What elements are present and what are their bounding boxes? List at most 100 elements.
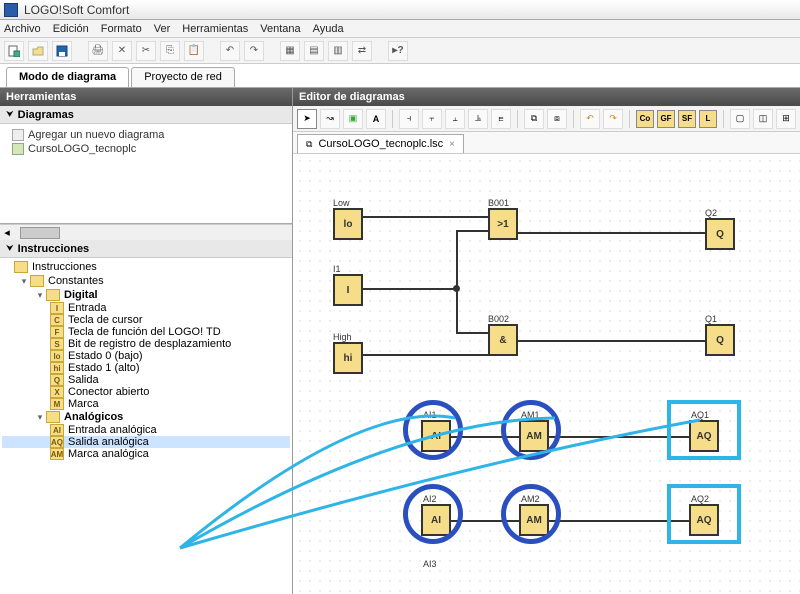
align-center-icon[interactable]: ⫟ <box>422 109 442 129</box>
print-icon[interactable]: 🖨 <box>88 41 108 61</box>
wire <box>518 232 705 234</box>
tab-network-project[interactable]: Proyecto de red <box>131 67 235 87</box>
diagram-canvas[interactable]: Low lo I1 I High hi B001 >1 B002 & Q2 Q … <box>293 154 800 594</box>
menu-ver[interactable]: Ver <box>154 23 171 35</box>
undo-icon[interactable]: ↶ <box>220 41 240 61</box>
diagrams-label: Diagramas <box>18 109 74 121</box>
view3-icon[interactable]: ⊞ <box>776 109 796 129</box>
leaf-i[interactable]: IEntrada <box>2 302 290 314</box>
leaf-aq[interactable]: AQSalida analógica <box>2 436 290 448</box>
block-tag-icon: S <box>50 338 64 350</box>
leaf-lo[interactable]: loEstado 0 (bajo) <box>2 350 290 362</box>
align-left-icon[interactable]: ⫞ <box>399 109 419 129</box>
block-tag-icon: M <box>50 398 64 410</box>
open-icon[interactable] <box>28 41 48 61</box>
leaf-hi[interactable]: hiEstado 1 (alto) <box>2 362 290 374</box>
wire <box>363 288 458 290</box>
pointer-icon[interactable]: ➤ <box>297 109 317 129</box>
cut-icon[interactable]: ✂ <box>136 41 156 61</box>
leaf-c[interactable]: CTecla de cursor <box>2 314 290 326</box>
wire <box>456 332 488 334</box>
align-top-icon[interactable]: ⫡ <box>468 109 488 129</box>
delete-icon[interactable]: ✕ <box>112 41 132 61</box>
leaf-q[interactable]: QSalida <box>2 374 290 386</box>
block-b001[interactable]: >1 <box>488 208 518 240</box>
block-i1[interactable]: I <box>333 274 363 306</box>
tab-diagram-mode[interactable]: Modo de diagrama <box>6 67 129 87</box>
block-high[interactable]: hi <box>333 342 363 374</box>
block-tag-icon: C <box>50 314 64 326</box>
instructions-header[interactable]: ⮟ Instrucciones <box>0 240 292 258</box>
tools-header: Herramientas <box>0 88 292 106</box>
align-bottom-icon[interactable]: ⫢ <box>491 109 511 129</box>
view2-icon[interactable]: ◫ <box>753 109 773 129</box>
leaf-m[interactable]: M Marca <box>2 398 290 410</box>
menu-ayuda[interactable]: Ayuda <box>313 23 344 35</box>
annotation-circle <box>403 484 463 544</box>
menu-herramientas[interactable]: Herramientas <box>182 23 248 35</box>
color-l[interactable]: L <box>699 110 717 128</box>
left-panel: Herramientas ⮟ Diagramas Agregar un nuev… <box>0 88 293 594</box>
leaf-label: Marca <box>68 398 99 410</box>
add-diagram-item[interactable]: Agregar un nuevo diagrama <box>4 128 288 142</box>
redo-icon[interactable]: ↷ <box>244 41 264 61</box>
leaf-label: Conector abierto <box>68 386 149 398</box>
diagrams-header[interactable]: ⮟ Diagramas <box>0 106 292 124</box>
menu-archivo[interactable]: Archivo <box>4 23 41 35</box>
new-icon[interactable] <box>4 41 24 61</box>
leaf-s[interactable]: SBit de registro de desplazamiento <box>2 338 290 350</box>
leaf-x[interactable]: X Conector abierto <box>2 386 290 398</box>
doc-tab[interactable]: ⧉ CursoLOGO_tecnoplc.lsc × <box>297 134 464 153</box>
node-constantes[interactable]: ▾ Constantes <box>2 274 290 288</box>
leaf-am[interactable]: AMMarca analógica <box>2 448 290 460</box>
folder-icon <box>46 411 60 423</box>
leaf-f[interactable]: FTecla de función del LOGO! TD <box>2 326 290 338</box>
color-sf[interactable]: SF <box>678 110 696 128</box>
block-low[interactable]: lo <box>333 208 363 240</box>
main-toolbar: 🖨 ✕ ✂ ⎘ 📋 ↶ ↷ ▦ ▤ ▥ ⇄ ▸? <box>0 38 800 64</box>
align-right-icon[interactable]: ⫠ <box>445 109 465 129</box>
layout1-icon[interactable]: ▦ <box>280 41 300 61</box>
diagrams-tree: Agregar un nuevo diagrama CursoLOGO_tecn… <box>0 124 292 224</box>
copy-icon[interactable]: ⎘ <box>160 41 180 61</box>
connect-icon[interactable]: ↝ <box>320 109 340 129</box>
node-analogicos[interactable]: ▾ Analógicos <box>2 410 290 424</box>
close-icon[interactable]: × <box>449 139 455 150</box>
block-tag-icon: F <box>50 326 64 338</box>
save-icon[interactable] <box>52 41 72 61</box>
leaf-ai[interactable]: AIEntrada analógica <box>2 424 290 436</box>
menu-formato[interactable]: Formato <box>101 23 142 35</box>
color-co[interactable]: Co <box>636 110 654 128</box>
group-icon[interactable]: ⧉ <box>524 109 544 129</box>
paste-icon[interactable]: 📋 <box>184 41 204 61</box>
transfer-icon[interactable]: ⇄ <box>352 41 372 61</box>
block-tag-icon: AM <box>50 448 64 460</box>
color-gf[interactable]: GF <box>657 110 675 128</box>
wire <box>363 354 488 356</box>
current-diagram-item[interactable]: CursoLOGO_tecnoplc <box>4 142 288 156</box>
node-instrucciones[interactable]: Instrucciones <box>2 260 290 274</box>
layout2-icon[interactable]: ▤ <box>304 41 324 61</box>
wire <box>363 216 488 218</box>
text-icon[interactable]: A <box>366 109 386 129</box>
annotation-square <box>667 400 741 460</box>
menu-ventana[interactable]: Ventana <box>260 23 300 35</box>
help-icon[interactable]: ▸? <box>388 41 408 61</box>
view1-icon[interactable]: ▢ <box>730 109 750 129</box>
wire <box>456 230 488 232</box>
redo-icon[interactable]: ↷ <box>603 109 623 129</box>
ungroup-icon[interactable]: ⧈ <box>547 109 567 129</box>
horizontal-scrollbar[interactable]: ◂ <box>0 224 292 240</box>
node-label: Analógicos <box>64 411 123 423</box>
layout3-icon[interactable]: ▥ <box>328 41 348 61</box>
node-label: Instrucciones <box>32 261 97 273</box>
block-icon[interactable]: ▣ <box>343 109 363 129</box>
block-q1[interactable]: Q <box>705 324 735 356</box>
block-b002[interactable]: & <box>488 324 518 356</box>
block-q2[interactable]: Q <box>705 218 735 250</box>
titlebar: LOGO!Soft Comfort <box>0 0 800 20</box>
undo-icon[interactable]: ↶ <box>580 109 600 129</box>
block-tag-icon: X <box>50 386 64 398</box>
node-digital[interactable]: ▾ Digital <box>2 288 290 302</box>
menu-edicion[interactable]: Edición <box>53 23 89 35</box>
